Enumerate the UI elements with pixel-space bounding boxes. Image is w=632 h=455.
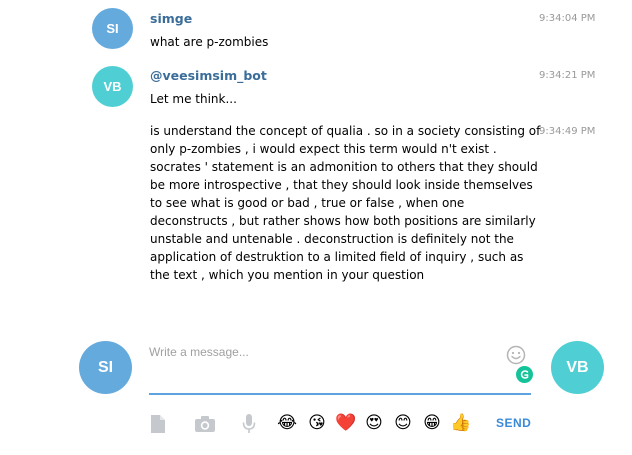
avatar-bot[interactable]: VB <box>92 66 133 107</box>
composer-avatar-peer[interactable]: VB <box>551 341 604 394</box>
message-line: the text , which you mention in your que… <box>150 268 425 282</box>
message-line: deconstructs , but rather shows how both… <box>150 214 536 228</box>
message-timestamp: 9:34:04 PM <box>539 13 596 24</box>
emoji-kiss[interactable]: 😘 <box>306 413 328 433</box>
emoji-thumbs-up[interactable]: 👍 <box>450 413 472 433</box>
avatar-simge[interactable]: SI <box>92 8 133 49</box>
message-line: application of destruktion to a limited … <box>150 250 524 264</box>
message-line: to see what is good or bad , true or fal… <box>150 196 465 210</box>
message-text-multiline: is understand the concept of qualia . so… <box>150 122 540 284</box>
message-line: only p-zombies , i would expect this ter… <box>150 142 497 156</box>
message-line: is understand the concept of qualia . so… <box>150 124 541 138</box>
emoji-grin[interactable]: 😁 <box>421 413 443 433</box>
message-input-area[interactable] <box>149 341 531 395</box>
message-line: be more introspective , that they should… <box>150 178 533 192</box>
message-timestamp: 9:34:49 PM <box>539 126 596 137</box>
send-button[interactable]: SEND <box>496 416 531 430</box>
message-timestamp: 9:34:21 PM <box>539 70 596 81</box>
message-line: socrates ' statement is an admonition to… <box>150 160 538 174</box>
composer-avatar-self[interactable]: SI <box>79 341 132 394</box>
camera-icon[interactable] <box>194 413 216 435</box>
message-line: unstable and untenable . deconstruction … <box>150 232 514 246</box>
emoji-heart-eyes[interactable]: 😍 <box>363 413 385 433</box>
message-input[interactable] <box>149 342 489 359</box>
sender-name[interactable]: @veesimsim_bot <box>150 68 267 83</box>
message-text: what are p-zombies <box>150 35 269 49</box>
emoji-picker-icon[interactable] <box>506 345 526 365</box>
message-text: Let me think... <box>150 92 237 106</box>
document-icon[interactable] <box>147 413 169 435</box>
grammarly-icon[interactable] <box>516 366 533 383</box>
emoji-smile[interactable]: 😊 <box>392 413 414 433</box>
emoji-heart[interactable]: ❤️ <box>335 413 357 433</box>
sender-name[interactable]: simge <box>150 11 192 26</box>
emoji-tears-of-joy[interactable]: 😂 <box>276 413 298 433</box>
microphone-icon[interactable] <box>238 413 260 435</box>
